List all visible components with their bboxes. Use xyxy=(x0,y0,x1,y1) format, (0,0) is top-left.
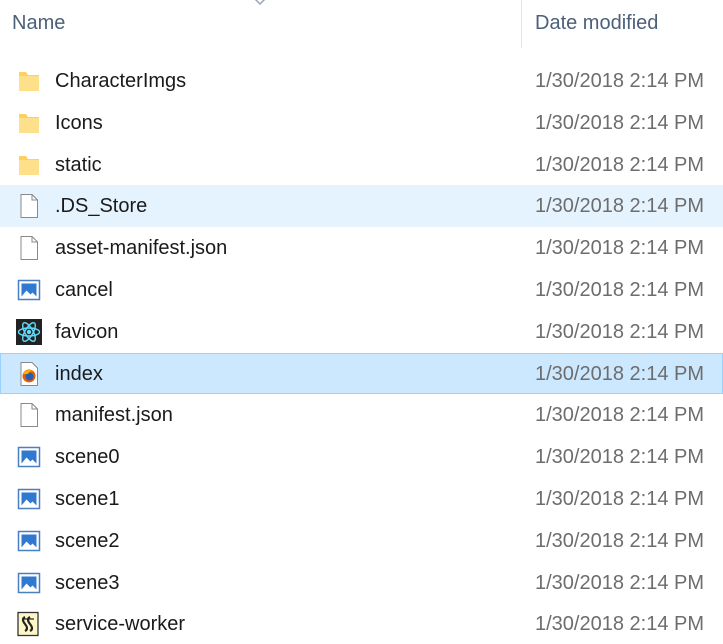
image-file-icon xyxy=(16,486,42,512)
file-date-modified: 1/30/2018 2:14 PM xyxy=(535,111,705,134)
file-name: scene1 xyxy=(55,487,120,510)
file-rows: CharacterImgs 1/30/2018 2:14 PM Icons 1/30/… xyxy=(0,60,723,644)
date-modified-column-label: Date modified xyxy=(535,12,659,34)
file-name: index xyxy=(55,362,103,385)
file-name: CharacterImgs xyxy=(55,70,187,92)
blank-file-icon xyxy=(16,193,42,219)
file-row[interactable]: favicon 1/30/2018 2:14 PM xyxy=(0,311,723,353)
image-file-icon xyxy=(16,444,42,470)
image-file-icon xyxy=(16,570,42,596)
file-date-modified: 1/30/2018 2:14 PM xyxy=(535,195,705,218)
file-name: service-worker xyxy=(55,613,186,636)
file-row[interactable]: scene0 1/30/2018 2:14 PM xyxy=(0,436,723,478)
image-file-icon xyxy=(16,277,42,303)
file-explorer-list: Name Date modified CharacterImgs 1/30/201… xyxy=(0,0,723,644)
blank-file-icon xyxy=(16,235,42,261)
file-date-modified: 1/30/2018 2:14 PM xyxy=(535,487,705,510)
file-name: scene0 xyxy=(55,446,120,469)
file-row[interactable]: scene2 1/30/2018 2:14 PM xyxy=(0,520,723,562)
react-atom-icon xyxy=(16,318,42,345)
file-row[interactable]: cancel 1/30/2018 2:14 PM xyxy=(0,269,723,311)
file-date-modified: 1/30/2018 2:14 PM xyxy=(535,153,705,176)
file-date-modified: 1/30/2018 2:14 PM xyxy=(535,237,705,260)
sort-ascending-icon xyxy=(254,0,266,6)
file-name: scene3 xyxy=(55,571,120,594)
file-row[interactable]: asset-manifest.json 1/30/2018 2:14 PM xyxy=(0,227,723,269)
folder-icon xyxy=(16,68,42,94)
blank-file-icon xyxy=(16,402,42,428)
file-date-modified: 1/30/2018 2:14 PM xyxy=(535,320,705,343)
file-name: manifest.json xyxy=(55,404,173,427)
folder-icon xyxy=(16,110,42,136)
file-name: favicon xyxy=(55,320,119,343)
file-date-modified: 1/30/2018 2:14 PM xyxy=(535,362,705,385)
column-header-bar: Name Date modified xyxy=(0,0,723,48)
date-modified-column-header[interactable]: Date modified xyxy=(522,0,723,48)
file-date-modified: 1/30/2018 2:14 PM xyxy=(535,571,705,594)
file-row[interactable]: Icons 1/30/2018 2:14 PM xyxy=(0,102,723,144)
file-date-modified: 1/30/2018 2:14 PM xyxy=(535,529,705,552)
file-row[interactable]: service-worker 1/30/2018 2:14 PM xyxy=(0,603,723,644)
file-date-modified: 1/30/2018 2:14 PM xyxy=(535,278,705,301)
file-row[interactable]: manifest.json 1/30/2018 2:14 PM xyxy=(0,394,723,436)
file-row[interactable]: static 1/30/2018 2:14 PM xyxy=(0,144,723,186)
file-row[interactable]: CharacterImgs 1/30/2018 2:14 PM xyxy=(0,60,723,102)
image-file-icon xyxy=(16,528,42,554)
file-row[interactable]: scene3 1/30/2018 2:14 PM xyxy=(0,562,723,604)
file-date-modified: 1/30/2018 2:14 PM xyxy=(535,613,705,636)
file-name: Icons xyxy=(55,111,103,134)
script-file-icon xyxy=(16,611,42,637)
file-row[interactable]: .DS_Store 1/30/2018 2:14 PM xyxy=(0,185,723,228)
file-date-modified: 1/30/2018 2:14 PM xyxy=(535,70,705,92)
file-name: static xyxy=(55,153,102,176)
firefox-html-icon xyxy=(16,361,42,387)
name-column-label: Name xyxy=(12,12,66,34)
file-row[interactable]: index 1/30/2018 2:14 PM xyxy=(0,352,723,395)
file-name: cancel xyxy=(55,278,113,301)
file-name: scene2 xyxy=(55,529,120,552)
file-name: .DS_Store xyxy=(55,195,148,218)
file-date-modified: 1/30/2018 2:14 PM xyxy=(535,404,705,427)
folder-icon xyxy=(16,152,42,178)
file-date-modified: 1/30/2018 2:14 PM xyxy=(535,446,705,469)
file-name: asset-manifest.json xyxy=(55,237,228,260)
name-column-header[interactable]: Name xyxy=(0,0,521,48)
file-row[interactable]: scene1 1/30/2018 2:14 PM xyxy=(0,478,723,520)
